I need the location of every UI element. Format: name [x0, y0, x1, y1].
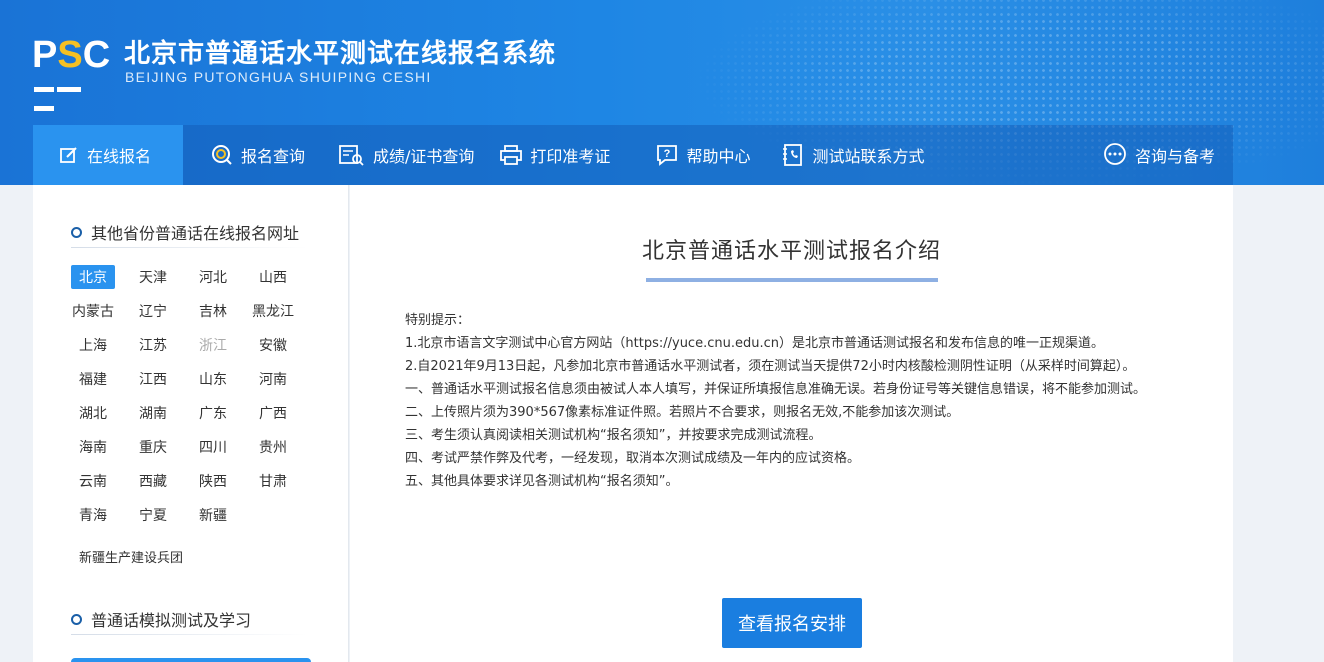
main-content: 北京普通话水平测试报名介绍 特别提示： 1.北京市语言文字测试中心官方网站（ht… — [350, 185, 1233, 662]
province-link-jiangxi[interactable]: 江西 — [131, 367, 175, 391]
province-link-xinjiang[interactable]: 新疆 — [191, 503, 235, 527]
province-link-guangdong[interactable]: 广东 — [191, 401, 235, 425]
province-link-yunnan[interactable]: 云南 — [71, 469, 115, 493]
svg-text:?: ? — [664, 148, 671, 160]
province-link-tianjin[interactable]: 天津 — [131, 265, 175, 289]
notice-line: 1.北京市语言文字测试中心官方网站（https://yuce.cnu.edu.c… — [405, 336, 1104, 351]
notice-line: 四、考试严禁作弊及代考，一经发现，取消本次测试成绩及一年内的应试资格。 — [405, 451, 861, 466]
bullet-circle-icon — [71, 613, 82, 625]
provinces-heading: 其他省份普通话在线报名网址 — [71, 220, 299, 244]
divider — [71, 634, 307, 635]
province-link-neimenggu[interactable]: 内蒙古 — [71, 299, 115, 323]
province-link-guangxi[interactable]: 广西 — [251, 401, 295, 425]
province-link-zhejiang[interactable]: 浙江 — [191, 333, 235, 357]
nav-help-center[interactable]: ? 帮助中心 — [610, 125, 750, 185]
divider — [71, 247, 307, 248]
main-nav: 在线报名 报名查询 成绩/证书查询 打印准考证 ? 帮助中心 测试站联系方式 咨… — [33, 125, 1233, 185]
site-title: 北京市普通话水平测试在线报名系统 — [124, 39, 557, 69]
notice-line: 三、考生须认真阅读相关测试机构“报名须知”，并按要求完成测试流程。 — [405, 428, 822, 443]
nav-consult-prepare[interactable]: 咨询与备考 — [1103, 125, 1215, 185]
chat-bubble-icon — [1103, 143, 1127, 167]
bullet-circle-icon — [71, 226, 82, 238]
notice-line: 2.自2021年9月13日起，凡参加北京市普通话水平测试者，须在测试当天提供72… — [405, 359, 1136, 374]
psc-logo: PSC — [32, 35, 110, 111]
province-link-liaoning[interactable]: 辽宁 — [131, 299, 175, 323]
nav-score-certificate-query[interactable]: 成绩/证书查询 — [305, 125, 474, 185]
province-link-hunan[interactable]: 湖南 — [131, 401, 175, 425]
province-link-fujian[interactable]: 福建 — [71, 367, 115, 391]
province-list: 北京 天津 河北 山西 内蒙古 辽宁 吉林 黑龙江 上海 江苏 浙江 安徽 福建… — [71, 265, 331, 527]
province-link-heilongjiang[interactable]: 黑龙江 — [251, 299, 295, 323]
nav-online-registration[interactable]: 在线报名 — [33, 125, 183, 185]
province-link-bingtuan[interactable]: 新疆生产建设兵团 — [79, 547, 183, 566]
province-link-chongqing[interactable]: 重庆 — [131, 435, 175, 459]
notice-text: 特别提示： 1.北京市语言文字测试中心官方网站（https://yuce.cnu… — [405, 309, 1177, 493]
title-underline — [646, 278, 938, 282]
practice-heading: 普通话模拟测试及学习 — [71, 607, 251, 631]
province-link-xizang[interactable]: 西藏 — [131, 469, 175, 493]
province-link-shanxi[interactable]: 山西 — [251, 265, 295, 289]
nav-test-center-contacts[interactable]: 测试站联系方式 — [750, 125, 924, 185]
search-circle-icon — [211, 144, 233, 166]
site-subtitle: BEIJING PUTONGHUA SHUIPING CESHI — [125, 69, 432, 85]
printer-icon — [500, 144, 523, 166]
province-link-qinghai[interactable]: 青海 — [71, 503, 115, 527]
province-link-shaanxi[interactable]: 陕西 — [191, 469, 235, 493]
help-icon: ? — [656, 144, 678, 166]
province-link-hebei[interactable]: 河北 — [191, 265, 235, 289]
province-link-guizhou[interactable]: 贵州 — [251, 435, 295, 459]
province-link-shandong[interactable]: 山东 — [191, 367, 235, 391]
certificate-search-icon — [339, 144, 365, 166]
nav-print-admission-ticket[interactable]: 打印准考证 — [474, 125, 610, 185]
view-schedule-button[interactable]: 查看报名安排 — [722, 598, 862, 648]
province-link-sichuan[interactable]: 四川 — [191, 435, 235, 459]
page-background — [1233, 185, 1324, 662]
province-link-shanghai[interactable]: 上海 — [71, 333, 115, 357]
page-title: 北京普通话水平测试报名介绍 — [641, 239, 941, 264]
province-link-beijing[interactable]: 北京 — [71, 265, 115, 289]
notice-line: 特别提示： — [405, 313, 471, 328]
header-banner: PSC 北京市普通话水平测试在线报名系统 BEIJING PUTONGHUA S… — [0, 0, 1324, 185]
province-link-henan[interactable]: 河南 — [251, 367, 295, 391]
phone-book-icon — [782, 144, 804, 166]
notice-line: 一、普通话水平测试报名信息须由被试人本人填写，并保证所填报信息准确无误。若身份证… — [405, 382, 1147, 397]
province-link-anhui[interactable]: 安徽 — [251, 333, 295, 357]
notice-line: 二、上传照片须为390*567像素标准证件照。若照片不合要求，则报名无效,不能参… — [405, 405, 960, 420]
sidebar: 其他省份普通话在线报名网址 北京 天津 河北 山西 内蒙古 辽宁 吉林 黑龙江 … — [33, 185, 349, 662]
province-link-jilin[interactable]: 吉林 — [191, 299, 235, 323]
edit-icon — [59, 145, 79, 165]
province-link-jiangsu[interactable]: 江苏 — [131, 333, 175, 357]
practice-link-button[interactable] — [71, 658, 311, 662]
province-link-hubei[interactable]: 湖北 — [71, 401, 115, 425]
nav-registration-query[interactable]: 报名查询 — [183, 125, 305, 185]
province-link-ningxia[interactable]: 宁夏 — [131, 503, 175, 527]
notice-line: 五、其他具体要求详见各测试机构“报名须知”。 — [405, 474, 679, 489]
province-link-hainan[interactable]: 海南 — [71, 435, 115, 459]
province-link-gansu[interactable]: 甘肃 — [251, 469, 295, 493]
